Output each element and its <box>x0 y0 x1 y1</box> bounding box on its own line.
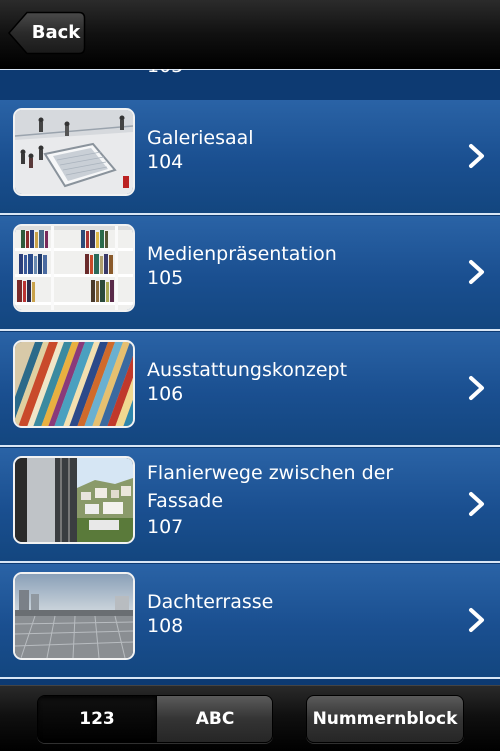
row-number: 104 <box>147 151 184 173</box>
chevron-right-icon <box>469 608 484 632</box>
row-title: Medienpräsentation <box>147 243 337 265</box>
navigation-bar: Back <box>0 0 500 69</box>
back-button-label: Back <box>31 22 81 43</box>
segment-abc[interactable]: ABC <box>156 696 272 742</box>
list-item-galeriesaal[interactable]: Galeriesaal 104 <box>0 100 500 215</box>
facade-walkway-thumbnail <box>13 456 135 544</box>
chevron-right-icon <box>469 144 484 168</box>
row-number: 107 <box>147 516 184 538</box>
list-item-ausstattungskonzept[interactable]: Ausstattungskonzept 106 <box>0 332 500 447</box>
row-title-line-2: Fassade <box>147 490 224 512</box>
chevron-right-icon <box>469 260 484 284</box>
row-number: 106 <box>147 383 184 405</box>
row-title: Dachterrasse <box>147 591 274 613</box>
item-list: 103 Galeriesaa <box>0 0 500 685</box>
list-item-flanierwege[interactable]: Flanierwege zwischen der Fassade 107 <box>0 448 500 563</box>
segment-123[interactable]: 123 <box>38 696 156 742</box>
nummernblock-button[interactable]: Nummernblock <box>306 695 464 743</box>
chevron-right-icon <box>469 492 484 516</box>
list-item-medienpraesentation[interactable]: Medienpräsentation 105 <box>0 216 500 331</box>
back-button[interactable]: Back <box>8 11 86 55</box>
row-number: 105 <box>147 267 184 289</box>
bottom-toolbar: 123 ABC Nummernblock <box>0 685 500 751</box>
list-item-dachterrasse[interactable]: Dachterrasse 108 <box>0 564 500 679</box>
index-segmented-control: 123 ABC <box>37 695 273 743</box>
gallery-hall-thumbnail <box>13 108 135 196</box>
row-number: 108 <box>147 615 184 637</box>
chevron-right-icon <box>469 376 484 400</box>
row-title-line-1: Flanierwege zwischen der <box>147 462 394 484</box>
colorful-books-thumbnail <box>13 340 135 428</box>
row-title: Galeriesaal <box>147 127 254 149</box>
row-title: Ausstattungskonzept <box>147 359 348 381</box>
bookshelves-thumbnail <box>13 224 135 312</box>
roof-terrace-thumbnail <box>13 572 135 660</box>
